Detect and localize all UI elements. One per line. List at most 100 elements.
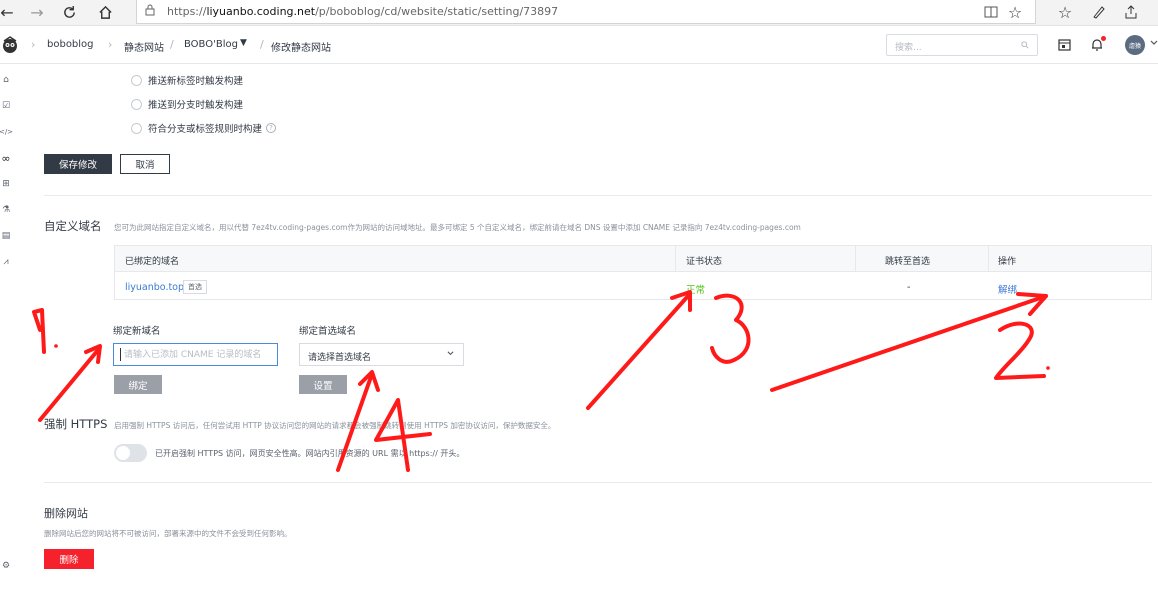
new-domain-input[interactable] [124, 347, 274, 362]
domain-table: 已绑定的域名 证书状态 跳转至首选 操作 liyuanbo.top 首选 正常 … [114, 245, 1152, 300]
custom-domain-desc: 您可为此网站指定自定义域名，用以代替 7ez4tv.coding-pages.c… [114, 223, 801, 232]
annotation-arrow-2-icon [770, 294, 1048, 392]
reading-view-icon[interactable] [981, 0, 1001, 24]
settings-gear-icon[interactable]: ⚙ [0, 560, 12, 572]
radio-button[interactable] [131, 74, 142, 86]
column-header: 已绑定的域名 [125, 257, 180, 267]
notification-dot [1101, 36, 1106, 41]
artifact-icon[interactable]: ⊞ [0, 178, 12, 190]
radio-button[interactable] [131, 122, 142, 134]
section-divider [44, 482, 1152, 483]
breadcrumb-site-name[interactable]: BOBO'Blog [184, 39, 238, 50]
app-root: ← → https://liyuanbo.coding.net/p/bobobl… [0, 0, 1158, 594]
caret-down-icon[interactable]: ▼ [240, 38, 247, 48]
radio-button[interactable] [131, 98, 142, 110]
preferred-domain-select[interactable]: 请选择首选域名 [299, 343, 464, 366]
address-bar[interactable]: https://liyuanbo.coding.net/p/boboblog/c… [136, 0, 1036, 24]
help-question-icon[interactable]: ? [266, 123, 277, 133]
text-caret [120, 348, 121, 361]
share-icon[interactable] [1120, 0, 1142, 24]
annotation-digit-2-icon [994, 321, 1046, 380]
wiki-doc-icon[interactable]: ▤ [0, 230, 12, 242]
trigger-option-rule[interactable]: 符合分支或标签规则时构建 ? [131, 121, 277, 135]
breadcrumb-slash: / [260, 38, 264, 51]
set-preferred-button[interactable]: 设置 [299, 375, 347, 394]
back-arrow-icon[interactable]: ← [0, 0, 14, 24]
column-divider [675, 246, 676, 272]
section-divider [44, 195, 1152, 196]
code-icon[interactable]: </> [0, 126, 13, 138]
column-divider [855, 246, 856, 272]
url-text: https://liyuanbo.coding.net/p/boboblog/c… [167, 5, 559, 18]
https-desc: 启用强制 HTTPS 访问后，任何尝试用 HTTP 协议访问您的网站的请求都会被… [114, 421, 556, 430]
annotation-dot [54, 344, 58, 348]
browser-toolbar: ← → https://liyuanbo.coding.net/p/bobobl… [0, 0, 1158, 26]
app-header: › boboblog › 静态网站 / BOBO'Blog ▼ / 修改静态网站… [0, 26, 1158, 64]
new-domain-field[interactable] [113, 343, 278, 366]
search-icon [1021, 41, 1029, 49]
preferred-tag: 首选 [183, 280, 207, 294]
bind-button[interactable]: 绑定 [114, 375, 162, 394]
breadcrumb-project[interactable]: boboblog [47, 39, 94, 50]
left-nav-rail: ⌂ ☑ </> ∞ ⊞ ⚗ ▤ ⩘ ⚙ [0, 64, 14, 594]
cd-infinity-icon[interactable]: ∞ [0, 152, 12, 165]
calendar-icon[interactable] [1058, 38, 1071, 54]
option-label: 符合分支或标签规则时构建 [148, 124, 263, 135]
chevron-down-icon [447, 351, 454, 356]
coding-logo-icon[interactable] [0, 35, 20, 55]
column-header: 跳转至首选 [885, 257, 931, 267]
annotation-dot [1046, 366, 1050, 370]
home-icon[interactable] [94, 0, 116, 24]
delete-site-title: 删除网站 [44, 507, 88, 520]
breadcrumb-slash: / [170, 38, 174, 51]
https-title: 强制 HTTPS [44, 417, 108, 431]
annotation-digit-4-icon [374, 398, 432, 472]
task-check-icon[interactable]: ☑ [0, 100, 12, 112]
stats-chart-icon[interactable]: ⩘ [0, 256, 12, 268]
force-https-toggle[interactable] [114, 444, 147, 462]
bound-domain-link[interactable]: liyuanbo.top [125, 282, 184, 293]
column-divider [988, 246, 989, 272]
cancel-button[interactable]: 取消 [120, 154, 170, 174]
custom-domain-title: 自定义域名 [44, 219, 102, 233]
preferred-domain-label: 绑定首选域名 [299, 326, 357, 337]
trigger-option-tag[interactable]: 推送新标签时触发构建 [131, 73, 243, 87]
home-icon[interactable]: ⌂ [0, 74, 12, 86]
cert-status: 正常 [686, 285, 706, 296]
unbind-link[interactable]: 解绑 [998, 282, 1017, 296]
global-search-input[interactable]: 搜索... [886, 34, 1038, 56]
search-placeholder: 搜索... [895, 43, 922, 53]
redirect-value: - [907, 282, 911, 293]
breadcrumb-chevron-icon: › [108, 38, 113, 51]
column-header: 证书状态 [686, 257, 723, 267]
bind-domain-label: 绑定新域名 [113, 326, 161, 337]
favorite-star-icon[interactable]: ☆ [1005, 0, 1025, 24]
option-label: 推送到分支时触发构建 [148, 100, 244, 111]
test-flask-icon[interactable]: ⚗ [0, 204, 12, 216]
column-header: 操作 [998, 257, 1017, 267]
delete-site-desc: 删除网站后您的网站将不可被访问，部署来源中的文件不会受到任何影响。 [44, 529, 292, 538]
table-header: 已绑定的域名 证书状态 跳转至首选 操作 [115, 246, 1151, 272]
option-label: 推送新标签时触发构建 [148, 76, 244, 87]
annotation-digit-1-icon [32, 308, 46, 354]
save-button[interactable]: 保存修改 [44, 154, 112, 174]
lock-icon [145, 4, 155, 16]
favorites-list-icon[interactable]: ☆ [1054, 0, 1076, 24]
breadcrumb-chevron-icon: › [31, 38, 36, 51]
breadcrumb-static-site[interactable]: 静态网站 [124, 39, 164, 54]
select-value: 请选择首选域名 [308, 353, 372, 363]
forward-arrow-icon[interactable]: → [26, 0, 48, 24]
annotation-arrowhead-icon [358, 370, 380, 392]
delete-button[interactable]: 删除 [44, 549, 94, 569]
user-avatar[interactable]: 虐猿 [1125, 35, 1145, 55]
annotation-arrow-1-icon [38, 348, 100, 422]
annotation-arrowhead-icon [84, 344, 102, 364]
refresh-icon[interactable] [58, 0, 80, 24]
chevron-down-icon[interactable] [1150, 39, 1158, 50]
breadcrumb-current: 修改静态网站 [271, 43, 331, 54]
pen-icon[interactable] [1088, 0, 1110, 24]
https-toggle-note: 已开启强制 HTTPS 访问，网页安全性高。网站内引用资源的 URL 需以 ht… [155, 449, 465, 458]
annotation-digit-3-icon [710, 293, 751, 364]
annotation-arrow-3-icon [586, 294, 690, 410]
trigger-option-branch[interactable]: 推送到分支时触发构建 [131, 97, 243, 111]
